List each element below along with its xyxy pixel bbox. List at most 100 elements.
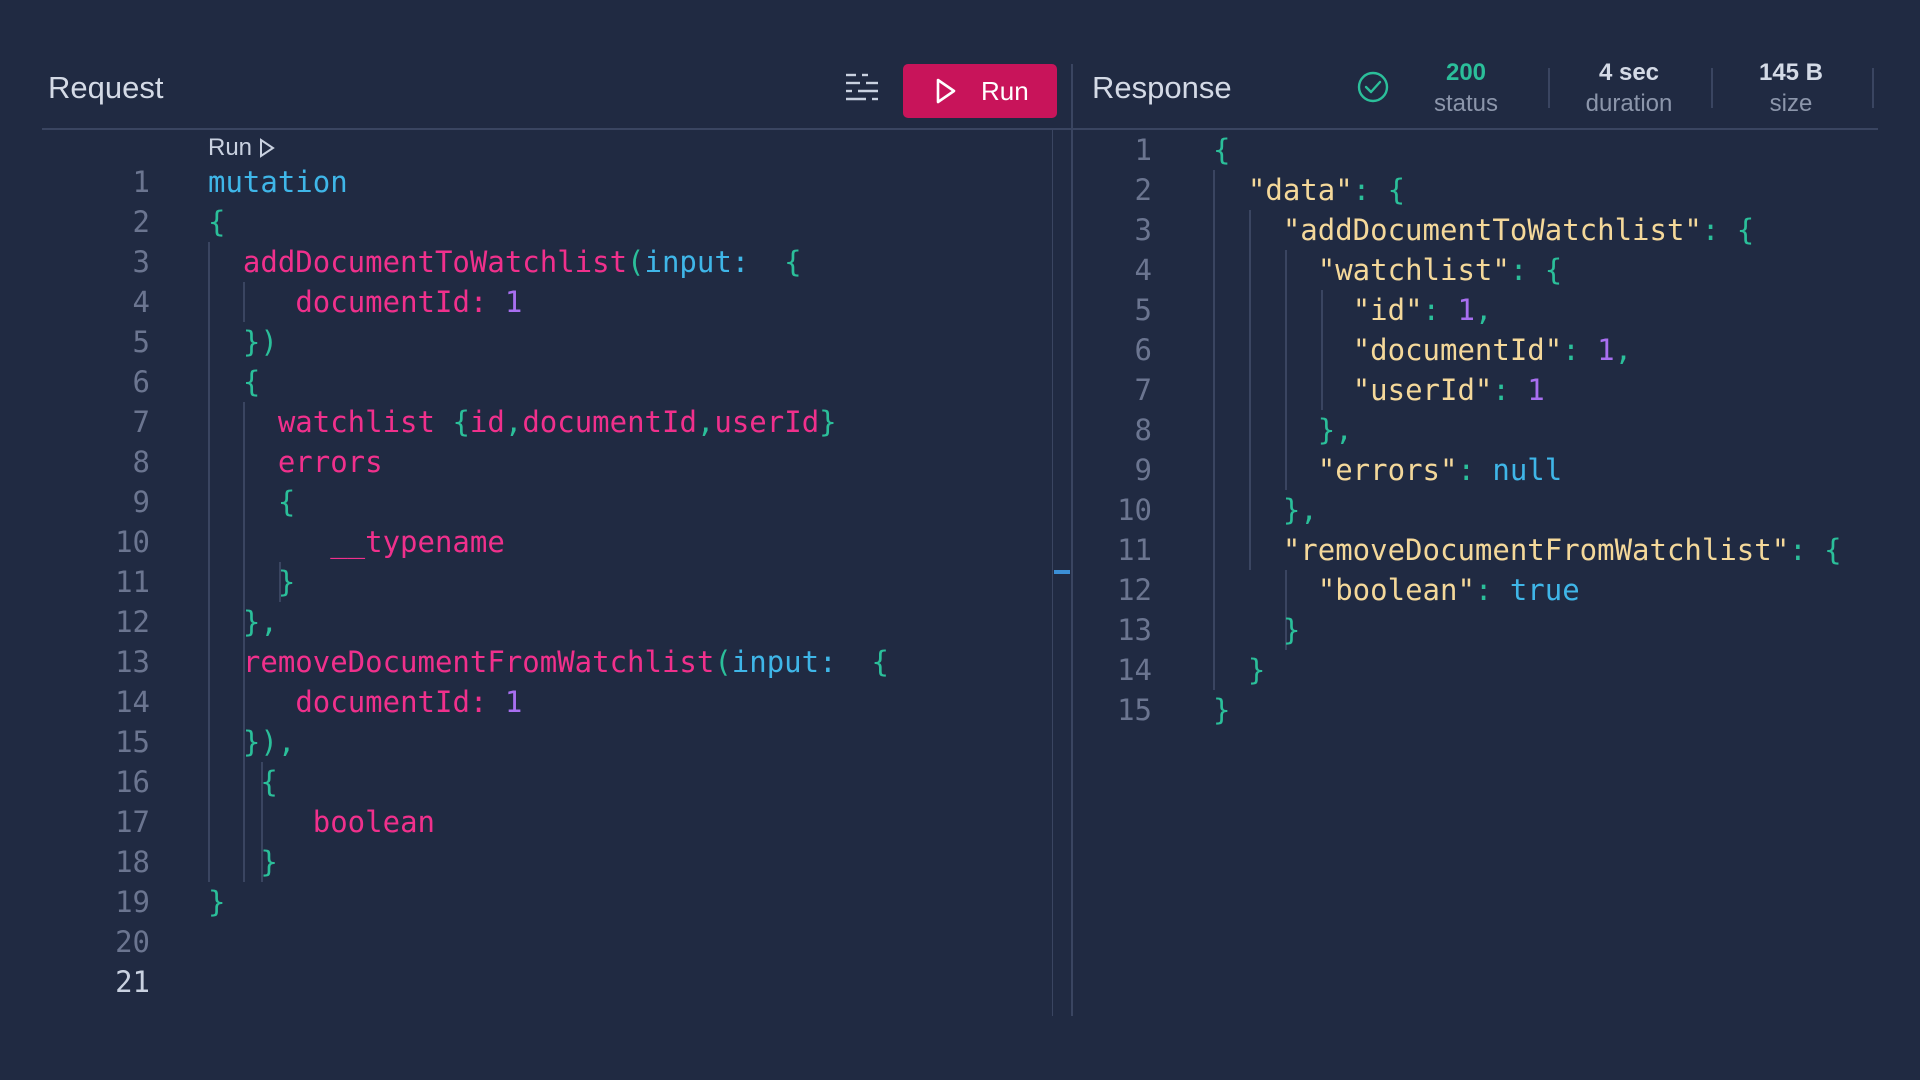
code-line: } bbox=[208, 882, 225, 922]
line-number: 19 bbox=[115, 885, 150, 919]
line-number: 11 bbox=[115, 565, 150, 599]
size-label: size bbox=[1769, 90, 1813, 117]
line-number: 11 bbox=[1117, 533, 1152, 567]
code-token: : bbox=[1457, 453, 1493, 487]
code-token: ( bbox=[714, 645, 732, 679]
code-token: }) bbox=[242, 325, 278, 359]
code-token: errors bbox=[277, 445, 383, 479]
line-number: 8 bbox=[132, 445, 150, 479]
play-icon bbox=[260, 138, 275, 158]
line-number: 4 bbox=[132, 285, 150, 319]
code-token: } bbox=[819, 405, 837, 439]
code-line: "addDocumentToWatchlist": { bbox=[1213, 210, 1754, 250]
request-pane-title: Request bbox=[48, 70, 164, 105]
line-number: 16 bbox=[115, 765, 150, 799]
size-value: 145 B bbox=[1758, 59, 1824, 86]
code-line: { bbox=[208, 482, 295, 522]
code-token: addDocumentToWatchlist bbox=[242, 245, 628, 279]
code-token: 1 bbox=[487, 685, 523, 719]
response-pane-title: Response bbox=[1092, 70, 1232, 105]
code-line: addDocumentToWatchlist(input: { bbox=[208, 242, 802, 282]
code-line: documentId: 1 bbox=[208, 282, 522, 322]
code-line: mutation bbox=[208, 162, 348, 202]
code-token: : bbox=[1562, 333, 1598, 367]
code-line: "removeDocumentFromWatchlist": { bbox=[1213, 530, 1842, 570]
line-number: 6 bbox=[132, 365, 150, 399]
code-line: } bbox=[1213, 650, 1265, 690]
code-token: } bbox=[1282, 613, 1301, 647]
code-token: "watchlist" bbox=[1317, 253, 1510, 287]
status-value: 200 bbox=[1445, 59, 1487, 86]
line-number: 7 bbox=[132, 405, 150, 439]
code-token: { bbox=[1544, 253, 1563, 287]
status-stat: 200 status bbox=[1391, 58, 1541, 120]
code-line: } bbox=[208, 562, 295, 602]
codelens-run-link[interactable]: Run bbox=[208, 134, 276, 162]
code-line: }) bbox=[208, 322, 278, 362]
stat-divider bbox=[1711, 68, 1713, 108]
code-line: { bbox=[208, 362, 260, 402]
code-token: mutation bbox=[208, 165, 348, 199]
line-number: 14 bbox=[1117, 653, 1152, 687]
duration-value: 4 sec bbox=[1598, 59, 1660, 86]
line-number: 5 bbox=[1134, 293, 1152, 327]
code-line: "documentId": 1, bbox=[1213, 330, 1632, 370]
code-line: { bbox=[208, 762, 277, 802]
code-token: ( bbox=[627, 245, 645, 279]
code-token: documentId: bbox=[295, 285, 488, 319]
play-icon bbox=[936, 78, 956, 104]
run-button[interactable]: Run bbox=[903, 64, 1057, 118]
code-token: documentId: bbox=[295, 685, 488, 719]
code-line: "watchlist": { bbox=[1213, 250, 1562, 290]
editor-scrollbar-marker[interactable] bbox=[1054, 570, 1070, 574]
code-token: }, bbox=[1282, 493, 1318, 527]
code-token: { bbox=[836, 645, 889, 679]
code-token: input: bbox=[731, 645, 837, 679]
line-number: 7 bbox=[1134, 373, 1152, 407]
duration-label: duration bbox=[1585, 90, 1673, 117]
code-line: "id": 1, bbox=[1213, 290, 1493, 330]
code-token: : bbox=[1509, 253, 1545, 287]
code-token: : bbox=[1789, 533, 1825, 567]
line-number: 15 bbox=[115, 725, 150, 759]
code-token: : bbox=[1492, 373, 1528, 407]
code-line: watchlist {id,documentId,userId} bbox=[208, 402, 837, 442]
code-line: "boolean": true bbox=[1213, 570, 1580, 610]
code-token: input: bbox=[644, 245, 750, 279]
code-token: , bbox=[1614, 333, 1633, 367]
code-token: 1 bbox=[1527, 373, 1545, 407]
line-number: 18 bbox=[115, 845, 150, 879]
line-number: 12 bbox=[115, 605, 150, 639]
code-token: 1 bbox=[1597, 333, 1615, 367]
line-number: 6 bbox=[1134, 333, 1152, 367]
code-token: }, bbox=[242, 605, 278, 639]
code-token: : bbox=[1474, 573, 1510, 607]
prettify-icon bbox=[846, 73, 878, 101]
code-token: { bbox=[208, 205, 226, 239]
code-token: }), bbox=[242, 725, 296, 759]
code-line: "data": { bbox=[1213, 170, 1405, 210]
line-number: 3 bbox=[1134, 213, 1152, 247]
code-token: "removeDocumentFromWatchlist" bbox=[1282, 533, 1790, 567]
editor-scrollbar-track[interactable] bbox=[1052, 130, 1053, 1016]
line-number: 10 bbox=[1117, 493, 1152, 527]
line-number: 20 bbox=[115, 925, 150, 959]
prettify-button[interactable] bbox=[842, 70, 882, 104]
